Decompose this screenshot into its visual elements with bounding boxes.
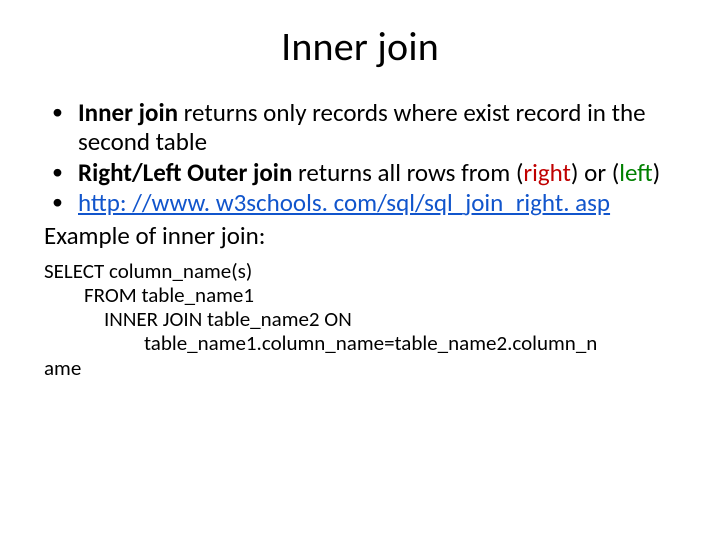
- code-line-1: SELECT column_name(s): [44, 259, 676, 283]
- code-line-5: ame: [44, 356, 676, 380]
- w3schools-link[interactable]: http: //www. w3schools. com/sql/sql_join…: [78, 187, 610, 218]
- bullet-inner-join: Inner join returns only records where ex…: [46, 99, 676, 157]
- code-line-3: INNER JOIN table_name2 ON: [104, 307, 676, 331]
- word-right: right: [523, 157, 571, 188]
- bullet-outer-join-mid: returns all rows from (: [292, 157, 523, 188]
- slide-title: Inner join: [44, 22, 676, 71]
- bullet-outer-join: Right/Left Outer join returns all rows f…: [46, 159, 676, 188]
- example-label: Example of inner join:: [44, 220, 676, 251]
- code-line-2: FROM table_name1: [84, 283, 676, 307]
- bullet-outer-join-end: ): [653, 157, 661, 188]
- code-block: SELECT column_name(s) FROM table_name1 I…: [44, 259, 676, 380]
- bullet-outer-join-bold: Right/Left Outer join: [78, 157, 292, 188]
- bullet-inner-join-bold: Inner join: [78, 97, 178, 128]
- slide: Inner join Inner join returns only recor…: [0, 0, 720, 540]
- word-left: left: [619, 157, 652, 188]
- bullet-outer-join-sep: ) or (: [571, 157, 619, 188]
- code-line-4: table_name1.column_name=table_name2.colu…: [144, 331, 676, 355]
- bullet-link: http: //www. w3schools. com/sql/sql_join…: [46, 189, 676, 218]
- bullet-list: Inner join returns only records where ex…: [44, 99, 676, 218]
